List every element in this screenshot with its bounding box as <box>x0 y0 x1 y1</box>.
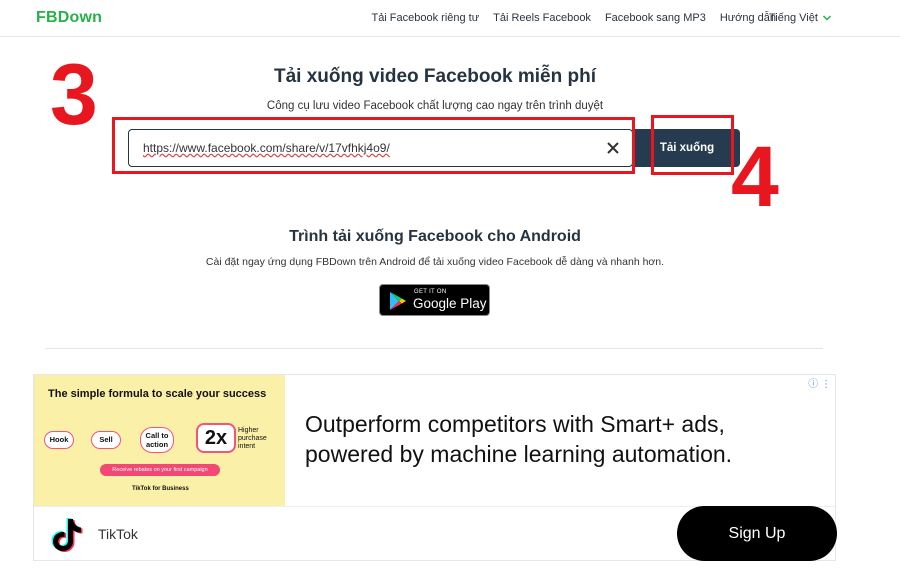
google-play-small-text: GET IT ON <box>414 289 447 295</box>
annotation-box-input <box>112 117 635 174</box>
nav-link-reels[interactable]: Tải Reels Facebook <box>493 12 591 24</box>
ad-flow-hook: Hook <box>44 431 74 449</box>
language-selector[interactable]: Tiếng Việt <box>769 12 832 24</box>
top-navbar: FBDown Tải Facebook riêng tư Tải Reels F… <box>0 0 900 37</box>
google-play-badge[interactable]: GET IT ON Google Play <box>379 284 490 316</box>
annotation-number-3: 3 <box>50 47 98 143</box>
ad-flow-cta: Call to action <box>140 427 174 453</box>
chevron-down-icon <box>822 15 831 21</box>
advertisement[interactable]: The simple formula to scale your success… <box>33 374 837 561</box>
annotation-box-button <box>651 115 734 175</box>
nav-link-private[interactable]: Tải Facebook riêng tư <box>371 12 479 24</box>
ad-flow-sell: Sell <box>91 431 121 449</box>
ad-image-title: The simple formula to scale your success <box>48 388 267 400</box>
ad-headline[interactable]: Outperform competitors with Smart+ ads, … <box>305 409 805 469</box>
page-title: Tải xuống video Facebook miễn phí <box>274 66 596 87</box>
ad-brand-name[interactable]: TikTok <box>98 526 138 542</box>
google-play-label: Google Play <box>413 296 487 311</box>
nav-link-mp3[interactable]: Facebook sang MP3 <box>605 12 706 24</box>
ad-flow-2x-label: 2x <box>204 427 228 449</box>
site-logo[interactable]: FBDown <box>36 9 102 27</box>
language-label: Tiếng Việt <box>769 12 818 24</box>
sign-up-button[interactable]: Sign Up <box>677 506 837 561</box>
page-subtitle: Công cụ lưu video Facebook chất lượng ca… <box>266 100 604 112</box>
nav-menu: Tải Facebook riêng tư Tải Reels Facebook… <box>371 12 776 24</box>
android-section-subtitle: Cài đặt ngay ứng dụng FBDown trên Androi… <box>205 256 665 268</box>
android-section-title: Trình tải xuống Facebook cho Android <box>289 228 581 245</box>
ad-info-icon[interactable]: ⓘ ⋮ <box>808 375 831 390</box>
section-divider <box>45 348 823 349</box>
ad-flow-2x: 2x <box>196 423 236 453</box>
nav-link-guide[interactable]: Hướng dẫn <box>720 12 776 24</box>
ad-image-brand: TikTok for Business <box>132 486 189 492</box>
ad-image[interactable]: The simple formula to scale your success… <box>34 375 285 506</box>
ad-flow-2x-caption: Higher purchase intent <box>238 427 267 450</box>
annotation-number-4: 4 <box>731 129 779 225</box>
ad-flow-cta-label: Call to action <box>145 431 169 449</box>
ad-promo-badge: Receive rebates on your first campaign <box>100 464 220 476</box>
tiktok-logo-icon <box>51 518 83 552</box>
google-play-icon <box>390 292 406 310</box>
